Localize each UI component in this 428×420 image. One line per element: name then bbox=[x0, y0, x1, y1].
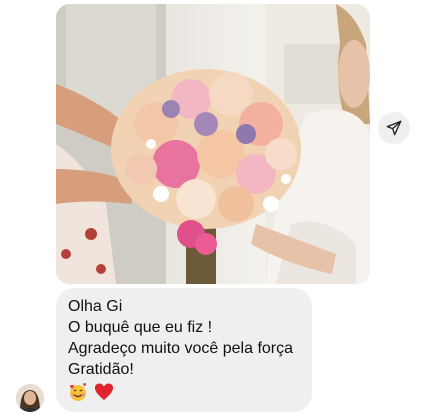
avatar-image bbox=[16, 384, 44, 412]
message-bubble[interactable]: Olha Gi O buquê que eu fiz ! Agradeço mu… bbox=[56, 288, 312, 412]
avatar[interactable] bbox=[16, 384, 44, 412]
send-arrow-icon bbox=[386, 120, 402, 136]
message-line-2: O buquê que eu fiz ! bbox=[68, 319, 213, 336]
smiling-face-with-hearts-icon bbox=[70, 383, 87, 401]
emoji-row bbox=[68, 382, 300, 404]
message-line-4: Gratidão! bbox=[68, 361, 134, 378]
share-button[interactable] bbox=[378, 112, 410, 144]
message-line-3: Agradeço muito você pela força bbox=[68, 340, 294, 357]
bouquet-photo-illustration bbox=[56, 4, 370, 284]
red-heart-icon bbox=[95, 383, 114, 400]
message-line-1: Olha Gi bbox=[68, 298, 123, 315]
bouquet-photo[interactable] bbox=[56, 4, 370, 284]
